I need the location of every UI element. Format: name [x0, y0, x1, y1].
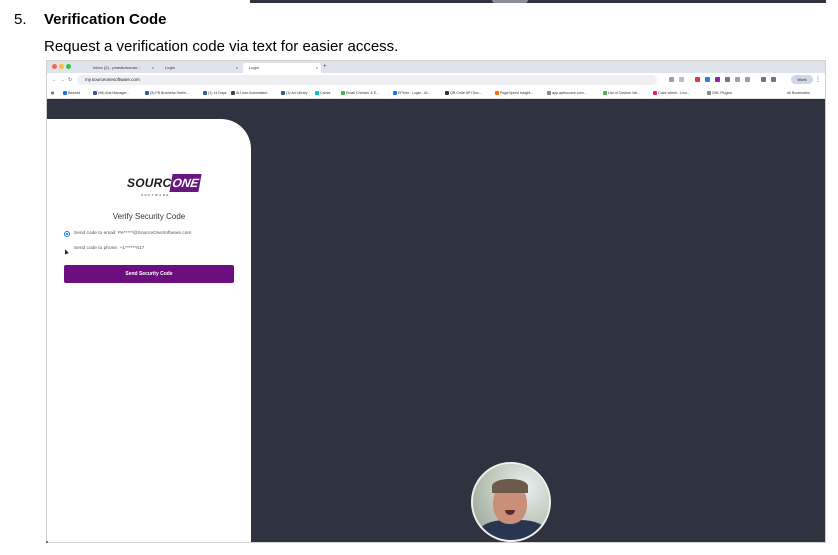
bookmark-label: AI Lead Automation: [236, 91, 268, 95]
forward-icon[interactable]: →: [60, 73, 65, 87]
bookmark-favicon-icon: [445, 91, 449, 96]
bookmark-label: (5) FB Business Settin...: [150, 91, 189, 95]
bookmark-favicon-icon: [315, 91, 319, 96]
new-tab-button[interactable]: +: [323, 62, 327, 72]
bookmark-favicon-icon: [63, 91, 67, 96]
tab-label: Login: [249, 65, 259, 70]
tab-label: Inbox (2) - pmedicisoruer...: [93, 65, 141, 70]
bookmark-item[interactable]: Color wheel - Lico...: [653, 87, 690, 99]
bookmark-label: Besedd: [68, 91, 81, 95]
close-icon[interactable]: ×: [236, 63, 238, 73]
bookmark-favicon-icon: [231, 91, 235, 96]
bookmark-item[interactable]: (1) Ad Library: [281, 87, 308, 99]
bookmark-favicon-icon: [495, 91, 499, 96]
embedded-screenshot: Inbox (2) - pmedicisoruer... × Login × Log…: [46, 60, 826, 543]
bookmark-item[interactable]: (5) FB Business Settin...: [145, 87, 189, 99]
all-bookmarks[interactable]: All Bookmarks: [787, 87, 810, 99]
logo-subtitle: SOFTWARE: [141, 193, 170, 197]
browser-tab-bar: Inbox (2) - pmedicisoruer... × Login × Log…: [47, 61, 825, 73]
bookmark-label: (1) 14 Days: [208, 91, 227, 95]
bookmark-label: EPbrer - Login - Al...: [398, 91, 431, 95]
translate-icon[interactable]: [669, 77, 674, 82]
apps-grid-icon[interactable]: ▦: [51, 87, 54, 99]
webcam-hair: [492, 479, 528, 493]
bookmark-label: List of Custom Val...: [608, 91, 640, 95]
bookmarks-bar: ▦ Besedd (96) Ads Manager... (5) FB Busi…: [47, 87, 825, 99]
bookmark-item[interactable]: PageSpeed Insight...: [495, 87, 533, 99]
extension-blue-icon[interactable]: [705, 77, 710, 82]
browser-tab-login-active[interactable]: Login ×: [243, 63, 321, 73]
cast-icon[interactable]: [761, 77, 766, 82]
window-close-icon[interactable]: [52, 64, 57, 69]
step-title: Verification Code: [44, 11, 167, 28]
extension-grey-icon[interactable]: [725, 77, 730, 82]
window-minimize-icon[interactable]: [59, 64, 64, 69]
reload-icon[interactable]: ↻: [68, 73, 72, 87]
step-number: 5.: [14, 11, 27, 28]
extensions-puzzle-icon[interactable]: [735, 77, 740, 82]
bookmark-favicon-icon: [653, 91, 657, 96]
bookmark-favicon-icon: [203, 91, 207, 96]
browser-tab-login[interactable]: Login ×: [159, 63, 241, 73]
bookmark-favicon-icon: [393, 91, 397, 96]
bookmark-label: QR Code API Doc...: [450, 91, 482, 95]
step-heading: 5. Verification Code: [14, 10, 167, 30]
step-description: Request a verification code via text for…: [44, 38, 399, 55]
bookmark-favicon-icon: [93, 91, 97, 96]
bookmark-favicon-icon: [547, 91, 551, 96]
page-marker: [46, 541, 48, 543]
previous-screenshot-edge: [250, 0, 826, 3]
bookmark-label: Canva: [320, 91, 331, 95]
close-icon[interactable]: ×: [152, 63, 154, 73]
bookmark-item[interactable]: QR Code API Doc...: [445, 87, 482, 99]
previous-webcam-edge: [492, 0, 528, 3]
close-icon[interactable]: ×: [316, 63, 318, 73]
bookmark-favicon-icon: [341, 91, 345, 96]
back-icon[interactable]: ←: [52, 73, 57, 87]
bookmark-star-icon[interactable]: [679, 77, 684, 82]
bookmark-label: (1) Ad Library: [286, 91, 308, 95]
extension-red-icon[interactable]: [695, 77, 700, 82]
tab-label: Login: [165, 65, 175, 70]
verify-heading: Verify Security Code: [112, 212, 186, 221]
webcam-presenter: [471, 462, 551, 542]
bookmark-label: Color wheel - Lico...: [658, 91, 690, 95]
bookmark-favicon-icon: [707, 91, 711, 96]
bookmark-item[interactable]: Email Checker & E...: [341, 87, 379, 99]
more-menu-icon[interactable]: ⋮: [815, 73, 821, 87]
bookmark-favicon-icon: [145, 91, 149, 96]
bookmark-label: PageSpeed Insight...: [500, 91, 534, 95]
side-panel-icon[interactable]: [745, 77, 750, 82]
bookmark-label: app.apbsource.com...: [552, 91, 587, 95]
extension-purple-icon[interactable]: [715, 77, 720, 82]
download-icon[interactable]: [771, 77, 776, 82]
bookmark-favicon-icon: [603, 91, 607, 96]
bookmark-item[interactable]: AI Lead Automation: [231, 87, 267, 99]
bookmark-item[interactable]: Canva: [315, 87, 330, 99]
bookmark-label: GHL Plugins: [712, 91, 733, 95]
email-option-label[interactable]: Send code to email: Pe*****@SourceOneSof…: [74, 231, 191, 236]
bookmark-item[interactable]: (96) Ads Manager...: [93, 87, 129, 99]
send-security-code-button[interactable]: Send Security Code: [64, 265, 234, 283]
bookmark-label: (96) Ads Manager...: [98, 91, 130, 95]
bookmark-label: Email Checker & E...: [346, 91, 380, 95]
bookmark-item[interactable]: app.apbsource.com...: [547, 87, 587, 99]
browser-tab-inbox[interactable]: Inbox (2) - pmedicisoruer... ×: [87, 63, 157, 73]
bookmark-item[interactable]: EPbrer - Login - Al...: [393, 87, 430, 99]
logo-badge: ONE: [169, 174, 202, 192]
window-maximize-icon[interactable]: [66, 64, 71, 69]
login-panel: SOURCE ONE SOFTWARE Verify Security Code…: [47, 119, 251, 542]
bookmark-item[interactable]: Besedd: [63, 87, 80, 99]
bookmark-favicon-icon: [281, 91, 285, 96]
phone-option-label[interactable]: Send code to phone: +1******617: [74, 246, 144, 251]
bookmark-item[interactable]: List of Custom Val...: [603, 87, 640, 99]
source-one-logo: SOURCE ONE SOFTWARE: [127, 174, 202, 198]
bookmark-item[interactable]: GHL Plugins: [707, 87, 732, 99]
profile-button[interactable]: Work: [791, 75, 813, 84]
email-option-radio[interactable]: [64, 231, 70, 237]
url-input[interactable]: my.sourceonesoftware.com: [77, 75, 657, 85]
bookmark-item[interactable]: (1) 14 Days: [203, 87, 227, 99]
browser-address-bar: ← → ↻ my.sourceonesoftware.com Work ⋮: [47, 73, 825, 87]
